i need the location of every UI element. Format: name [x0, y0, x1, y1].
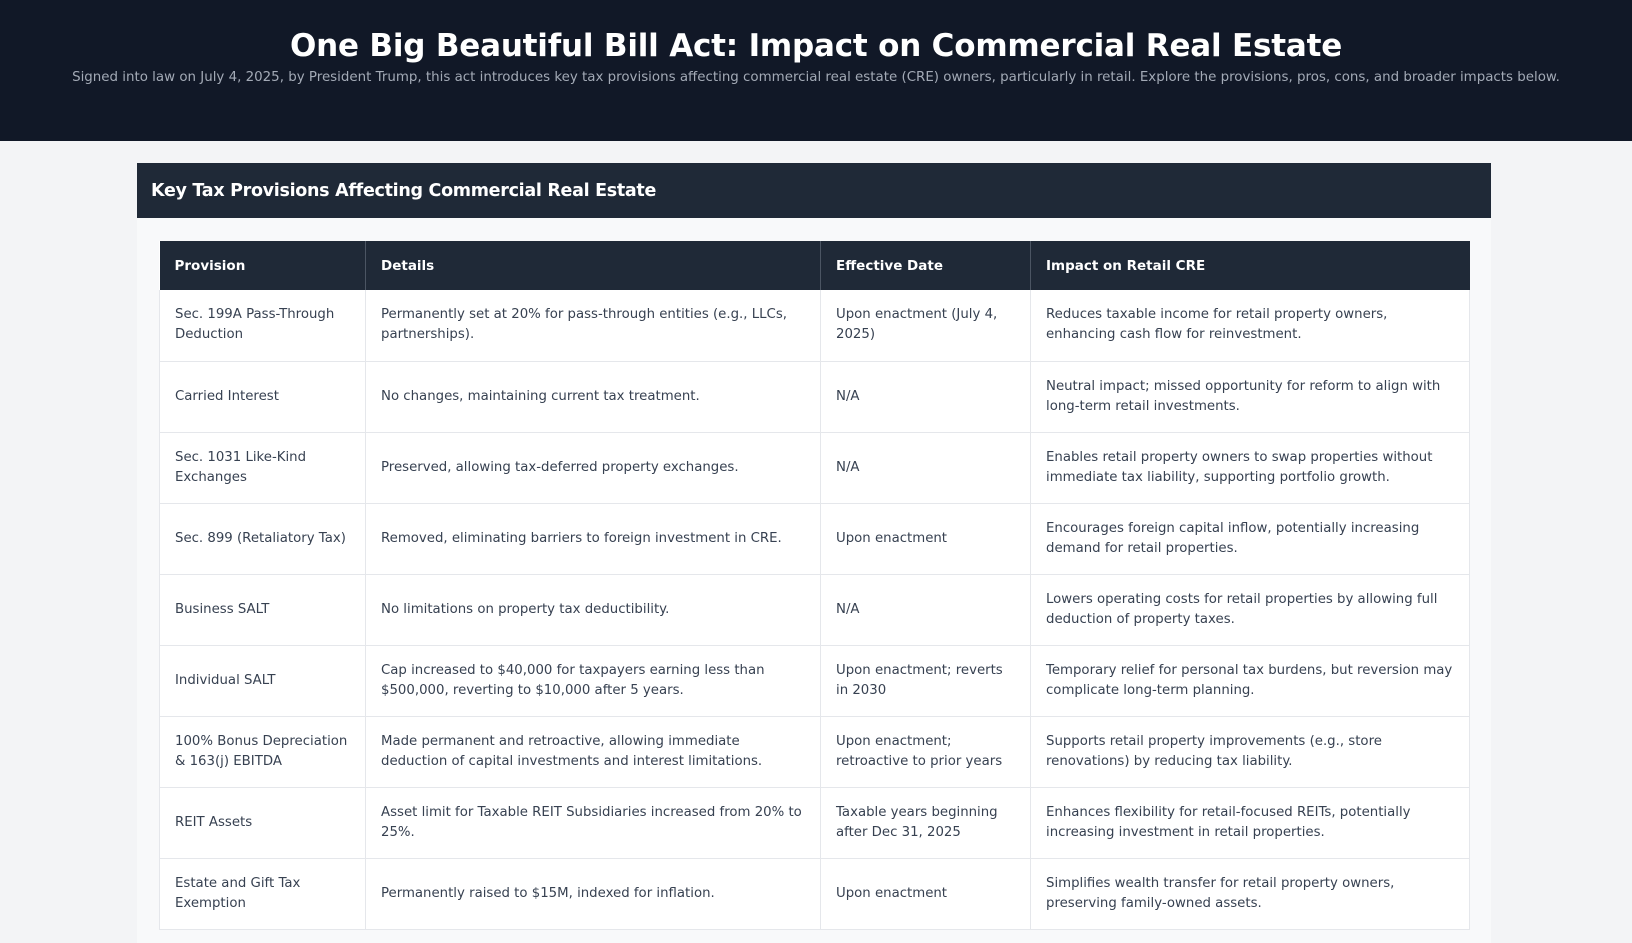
cell-provision: Sec. 899 (Retaliatory Tax) — [159, 503, 366, 575]
section-header: Key Tax Provisions Affecting Commercial … — [137, 163, 1491, 218]
table-row: Sec. 199A Pass-Through Deduction Permane… — [159, 290, 1470, 362]
cell-effective-date: N/A — [820, 361, 1031, 433]
table-row: Business SALT No limitations on property… — [159, 574, 1470, 646]
cell-impact: Simplifies wealth transfer for retail pr… — [1030, 858, 1470, 930]
table-row: REIT Assets Asset limit for Taxable REIT… — [159, 787, 1470, 859]
cell-details: Cap increased to $40,000 for taxpayers e… — [365, 645, 821, 717]
cell-effective-date: Upon enactment; retroactive to prior yea… — [820, 716, 1031, 788]
table-row: 100% Bonus Depreciation & 163(j) EBITDA … — [159, 716, 1470, 788]
table-row: Sec. 899 (Retaliatory Tax) Removed, elim… — [159, 503, 1470, 575]
cell-effective-date: Upon enactment; reverts in 2030 — [820, 645, 1031, 717]
cell-details: Removed, eliminating barriers to foreign… — [365, 503, 821, 575]
cell-provision: Estate and Gift Tax Exemption — [159, 858, 366, 930]
cell-provision: Sec. 1031 Like-Kind Exchanges — [159, 432, 366, 504]
cell-impact: Neutral impact; missed opportunity for r… — [1030, 361, 1470, 433]
cell-provision: Individual SALT — [159, 645, 366, 717]
cell-impact: Temporary relief for personal tax burden… — [1030, 645, 1470, 717]
cell-details: Made permanent and retroactive, allowing… — [365, 716, 821, 788]
table-header-row: Provision Details Effective Date Impact … — [159, 241, 1470, 290]
cell-effective-date: Taxable years beginning after Dec 31, 20… — [820, 787, 1031, 859]
cell-effective-date: Upon enactment (July 4, 2025) — [820, 290, 1031, 362]
cell-provision: REIT Assets — [159, 787, 366, 859]
page-header: One Big Beautiful Bill Act: Impact on Co… — [0, 0, 1632, 141]
cell-effective-date: N/A — [820, 432, 1031, 504]
cell-impact: Supports retail property improvements (e… — [1030, 716, 1470, 788]
cell-impact: Encourages foreign capital inflow, poten… — [1030, 503, 1470, 575]
cell-details: Asset limit for Taxable REIT Subsidiarie… — [365, 787, 821, 859]
column-header-details: Details — [365, 241, 821, 290]
provisions-table: Provision Details Effective Date Impact … — [159, 241, 1470, 930]
cell-details: No limitations on property tax deductibi… — [365, 574, 821, 646]
page-subtitle: Signed into law on July 4, 2025, by Pres… — [72, 70, 1560, 85]
table-row: Individual SALT Cap increased to $40,000… — [159, 645, 1470, 717]
cell-provision: 100% Bonus Depreciation & 163(j) EBITDA — [159, 716, 366, 788]
cell-effective-date: Upon enactment — [820, 858, 1031, 930]
cell-impact: Enhances flexibility for retail-focused … — [1030, 787, 1470, 859]
column-header-impact: Impact on Retail CRE — [1030, 241, 1470, 290]
page-title: One Big Beautiful Bill Act: Impact on Co… — [289, 28, 1343, 64]
column-header-effective-date: Effective Date — [820, 241, 1031, 290]
table-row: Carried Interest No changes, maintaining… — [159, 361, 1470, 433]
cell-impact: Enables retail property owners to swap p… — [1030, 432, 1470, 504]
cell-provision: Carried Interest — [159, 361, 366, 433]
cell-impact: Lowers operating costs for retail proper… — [1030, 574, 1470, 646]
section-title: Key Tax Provisions Affecting Commercial … — [151, 180, 657, 201]
cell-effective-date: N/A — [820, 574, 1031, 646]
table-row: Estate and Gift Tax Exemption Permanentl… — [159, 858, 1470, 930]
cell-details: No changes, maintaining current tax trea… — [365, 361, 821, 433]
provisions-card: Key Tax Provisions Affecting Commercial … — [137, 163, 1491, 943]
column-header-provision: Provision — [159, 241, 366, 290]
cell-provision: Sec. 199A Pass-Through Deduction — [159, 290, 366, 362]
cell-details: Preserved, allowing tax-deferred propert… — [365, 432, 821, 504]
cell-details: Permanently set at 20% for pass-through … — [365, 290, 821, 362]
cell-impact: Reduces taxable income for retail proper… — [1030, 290, 1470, 362]
cell-effective-date: Upon enactment — [820, 503, 1031, 575]
table-row: Sec. 1031 Like-Kind Exchanges Preserved,… — [159, 432, 1470, 504]
cell-provision: Business SALT — [159, 574, 366, 646]
cell-details: Permanently raised to $15M, indexed for … — [365, 858, 821, 930]
